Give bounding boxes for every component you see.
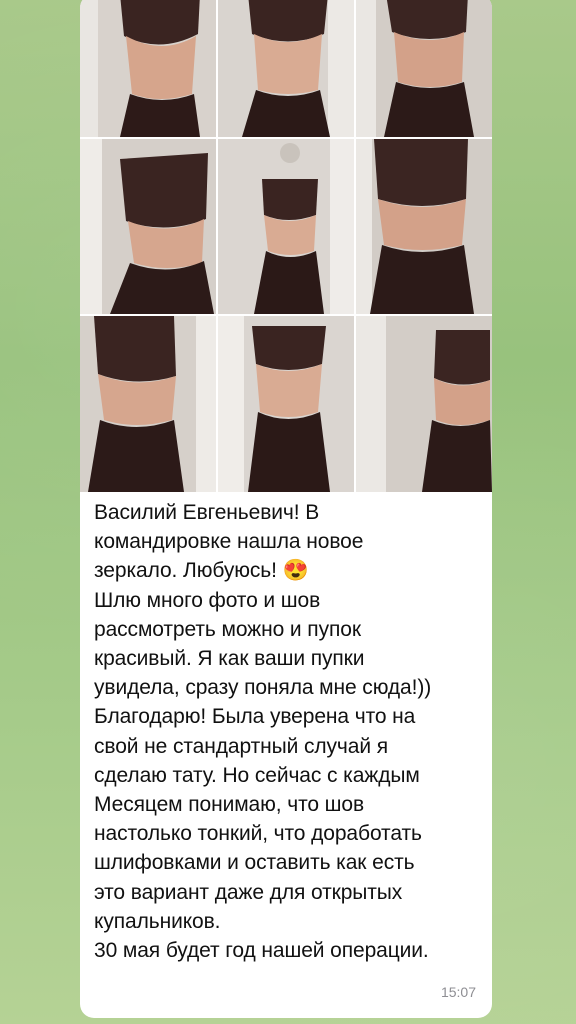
message-line: красивый. Я как ваши пупки (94, 647, 365, 671)
album-photo-2[interactable] (218, 0, 354, 137)
album-photo-6[interactable] (356, 139, 492, 314)
message-line: зеркало. Любуюсь! 😍 (94, 559, 309, 583)
message-line: Месяцем понимаю, что шов (94, 793, 365, 817)
message-bubble[interactable]: Василий Евгеньевич! В командировке нашла… (80, 0, 492, 1018)
album-photo-7[interactable] (80, 316, 216, 492)
album-photo-5[interactable] (218, 139, 354, 314)
album-photo-8[interactable] (218, 316, 354, 492)
photo-album[interactable] (80, 0, 492, 492)
album-photo-3[interactable] (356, 0, 492, 137)
message-line: шлифовками и оставить как есть (94, 851, 415, 875)
message-line: это вариант даже для открытых (94, 880, 403, 904)
message-line: командировке нашла новое (94, 530, 364, 554)
message-line: купальников. (94, 909, 221, 933)
message-line: Шлю много фото и шов (94, 588, 321, 612)
message-timestamp: 15:07 (440, 984, 476, 1000)
message-line: сделаю тату. Но сейчас с каждым (94, 763, 420, 787)
message-line: Благодарю! Была уверена что на (94, 705, 416, 729)
message-line: Василий Евгеньевич! В (94, 501, 320, 524)
message-line: рассмотреть можно и пупок (94, 617, 361, 641)
album-photo-1[interactable] (80, 0, 216, 137)
message-line: настолько тонкий, что доработать (94, 822, 422, 846)
album-photo-4[interactable] (80, 139, 216, 314)
message-line: свой не стандартный случай я (94, 734, 388, 758)
message-line: 30 мая будет год нашей операции. (94, 939, 429, 963)
album-photo-9[interactable] (356, 316, 492, 492)
message-text: Василий Евгеньевич! В командировке нашла… (94, 498, 484, 965)
message-line: увидела, сразу поняла мне сюда!)) (94, 676, 432, 700)
